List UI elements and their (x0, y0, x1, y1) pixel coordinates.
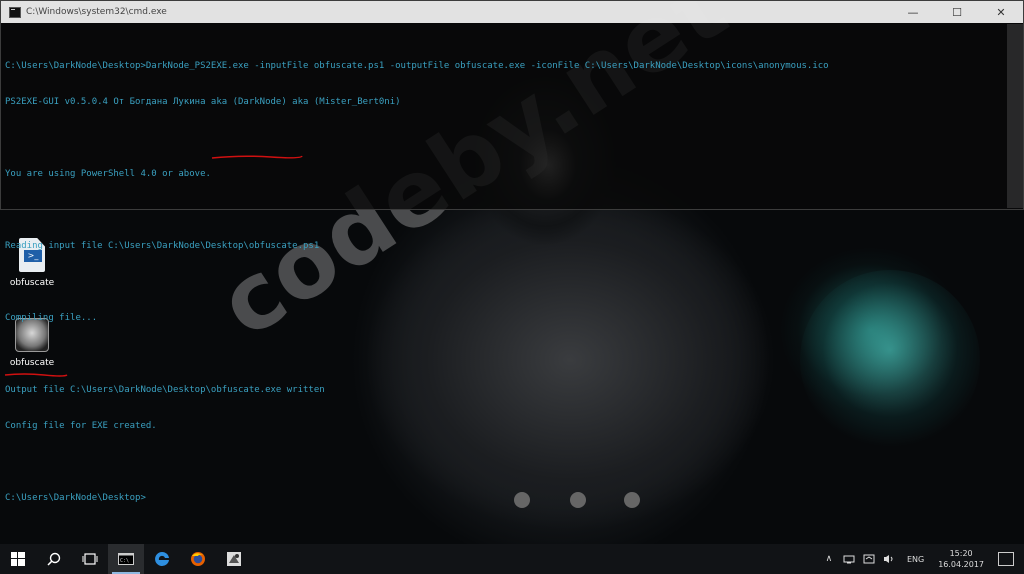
window-title: C:\Windows\system32\cmd.exe (26, 7, 167, 17)
edge-icon (155, 551, 169, 566)
cmd-titlebar[interactable]: C:\Windows\system32\cmd.exe — ☐ ✕ (1, 1, 1023, 23)
task-view-button[interactable] (72, 544, 108, 574)
close-button[interactable]: ✕ (979, 1, 1023, 23)
firefox-icon (191, 552, 205, 566)
cmd-icon: C:\ (118, 553, 134, 565)
taskbar-cmd-button[interactable]: C:\ (108, 544, 144, 574)
terminal-line: You are using PowerShell 4.0 or above. (5, 169, 211, 179)
volume-icon[interactable] (882, 553, 896, 565)
search-button[interactable] (36, 544, 72, 574)
system-tray: ∧ ENG 15:20 16.04.2017 (819, 544, 1024, 574)
clock-date: 16.04.2017 (938, 560, 984, 569)
svg-text:C:\: C:\ (120, 558, 129, 564)
terminal-line: Config file for EXE created. (5, 421, 157, 431)
terminal-line: Output file C:\Users\DarkNode\Desktop\ob… (5, 385, 325, 395)
windows-logo-icon (11, 552, 25, 566)
chevron-up-icon[interactable]: ∧ (822, 553, 836, 565)
clock[interactable]: 15:20 16.04.2017 (938, 548, 984, 570)
sync-icon[interactable] (862, 553, 876, 565)
notification-center-icon[interactable] (998, 552, 1014, 566)
terminal-line: C:\Users\DarkNode\Desktop>DarkNode_PS2EX… (5, 61, 829, 71)
taskbar-firefox-button[interactable] (180, 544, 216, 574)
task-view-icon (82, 553, 98, 565)
vertical-scrollbar[interactable] (1007, 24, 1023, 208)
terminal-output[interactable]: C:\Users\DarkNode\Desktop>DarkNode_PS2EX… (1, 23, 1023, 528)
cmd-icon (9, 6, 21, 18)
terminal-prompt: C:\Users\DarkNode\Desktop> (5, 493, 146, 503)
cmd-window[interactable]: C:\Windows\system32\cmd.exe — ☐ ✕ C:\Use… (0, 0, 1024, 503)
taskbar-app-button[interactable] (216, 544, 252, 574)
clock-time: 15:20 (949, 549, 973, 558)
taskbar-edge-button[interactable] (144, 544, 180, 574)
terminal-line: Compiling file... (5, 313, 98, 323)
minimize-button[interactable]: — (891, 1, 935, 23)
paint-app-icon (227, 552, 241, 566)
network-icon[interactable] (842, 553, 856, 565)
terminal-line: Reading input file C:\Users\DarkNode\Des… (5, 241, 320, 251)
terminal-line: PS2EXE-GUI v0.5.0.4 От Богдана Лукина ak… (5, 97, 401, 107)
start-button[interactable] (0, 544, 36, 574)
maximize-button[interactable]: ☐ (935, 1, 979, 23)
red-annotation-underline (211, 155, 303, 159)
search-icon (47, 552, 61, 566)
language-indicator[interactable]: ENG (907, 555, 924, 564)
taskbar: C:\ ∧ ENG 15:20 16.04.2017 (0, 544, 1024, 574)
